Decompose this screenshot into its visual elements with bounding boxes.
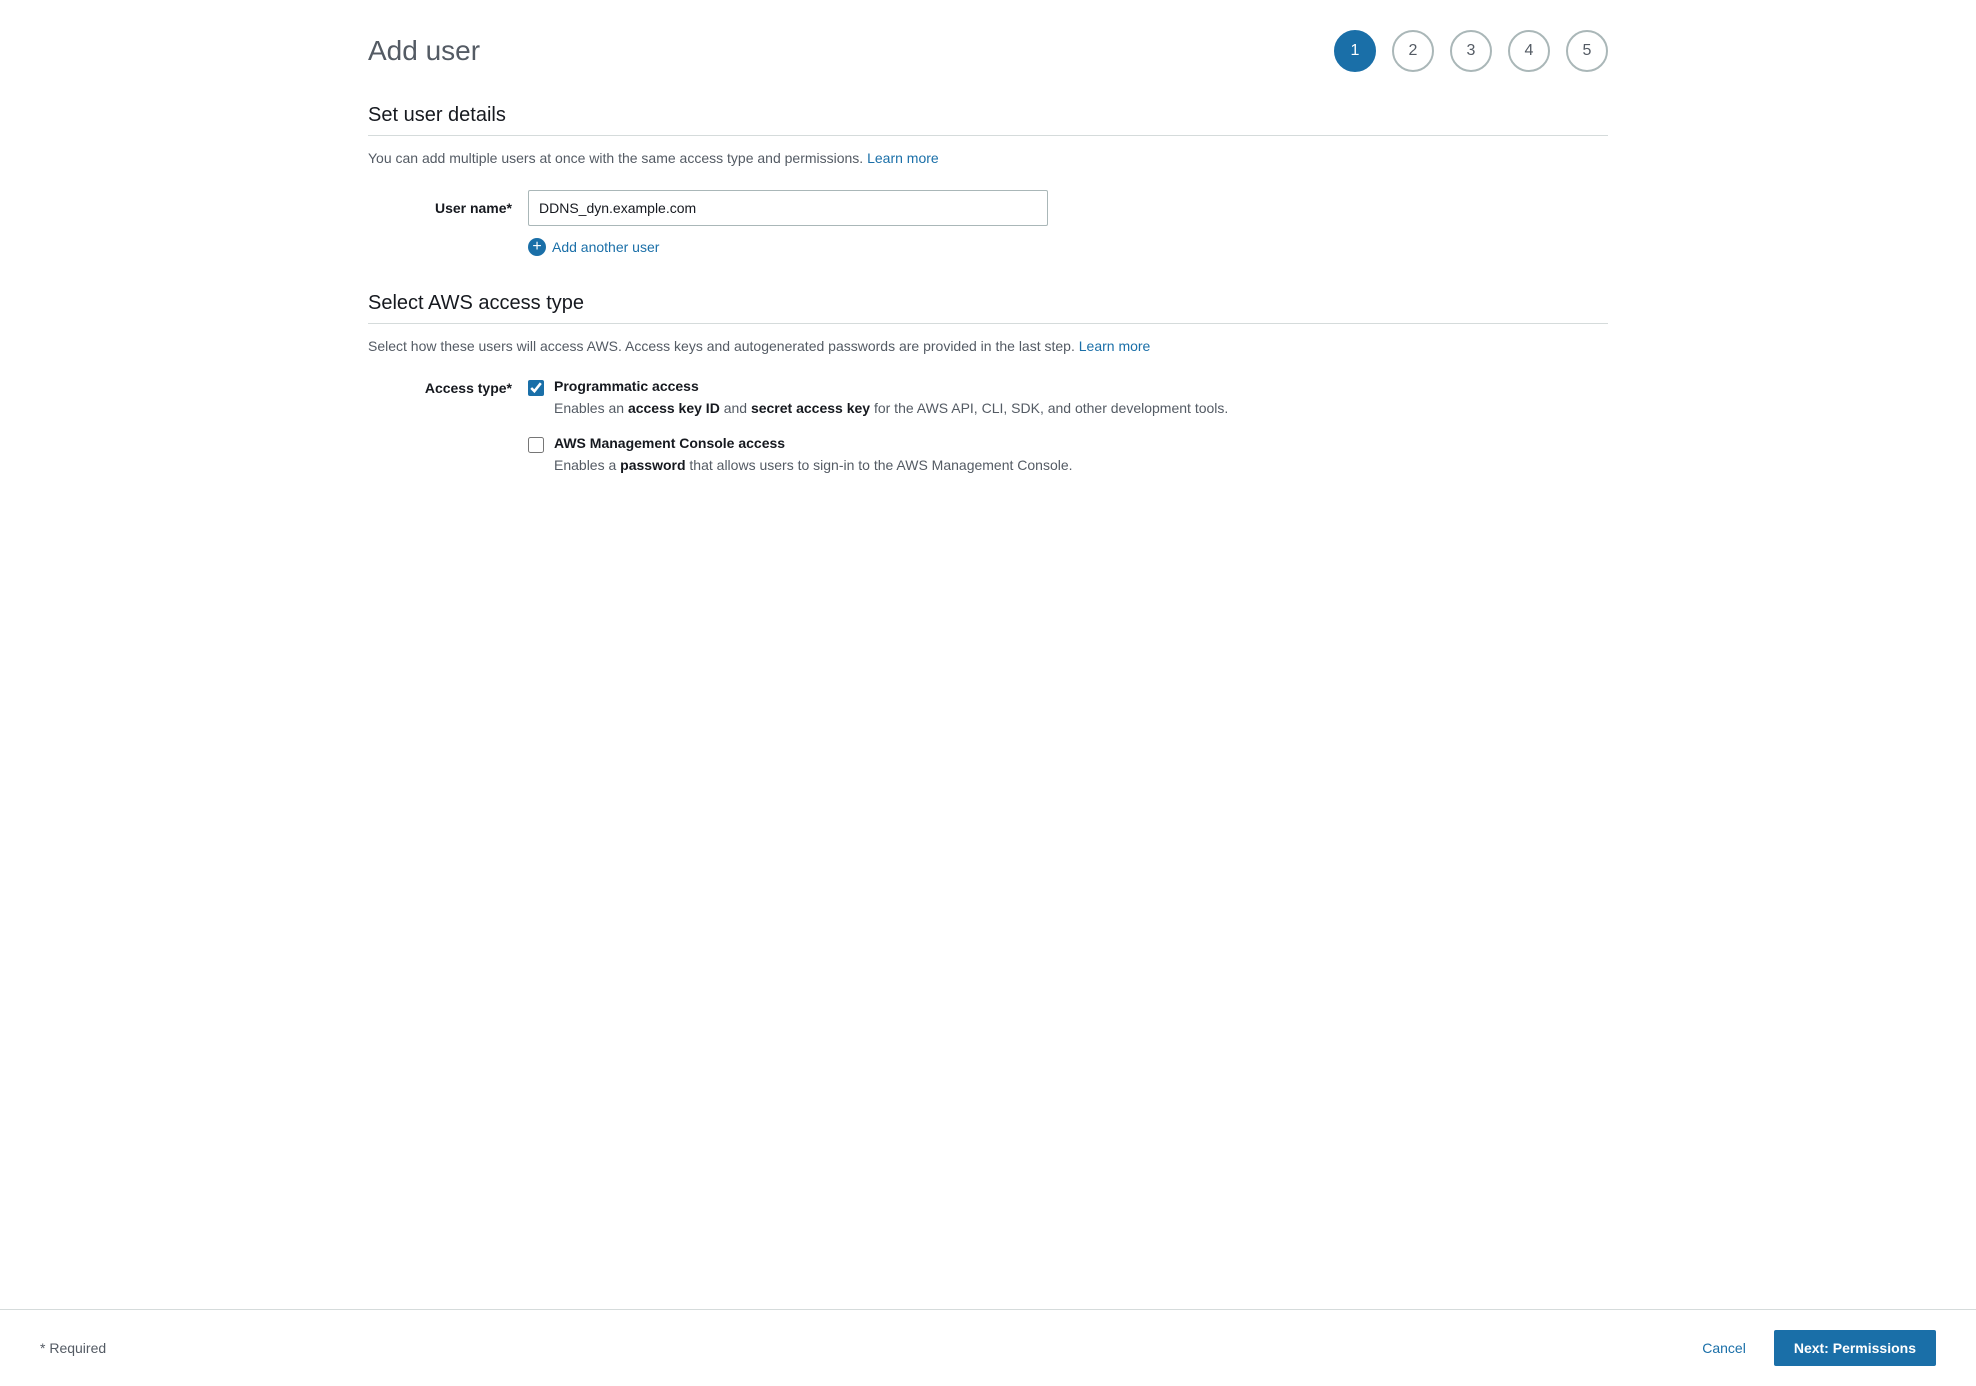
programmatic-access-title[interactable]: Programmatic access xyxy=(554,378,1228,394)
stepper: 1 2 3 4 5 xyxy=(1334,30,1608,72)
programmatic-access-checkbox[interactable] xyxy=(528,380,544,396)
access-type-label: Access type* xyxy=(388,378,528,396)
step-3[interactable]: 3 xyxy=(1450,30,1492,72)
set-user-details-title: Set user details xyxy=(368,104,1608,127)
set-user-details-description: You can add multiple users at once with … xyxy=(368,150,1608,166)
add-another-user-button[interactable]: + Add another user xyxy=(528,238,659,256)
footer-actions: Cancel Next: Permissions xyxy=(1690,1330,1936,1366)
page-header: Add user 1 2 3 4 5 xyxy=(368,30,1608,72)
console-access-title[interactable]: AWS Management Console access xyxy=(554,435,1073,451)
required-note: * Required xyxy=(40,1340,106,1356)
step-4[interactable]: 4 xyxy=(1508,30,1550,72)
user-name-label: User name* xyxy=(388,200,528,216)
console-access-option: AWS Management Console access Enables a … xyxy=(528,435,1228,476)
page-footer: * Required Cancel Next: Permissions xyxy=(0,1309,1976,1386)
access-type-row: Access type* Programmatic access Enables… xyxy=(368,378,1608,476)
next-permissions-button[interactable]: Next: Permissions xyxy=(1774,1330,1936,1366)
add-another-user-row: + Add another user xyxy=(368,238,1608,256)
console-access-checkbox[interactable] xyxy=(528,437,544,453)
set-user-details-learn-more[interactable]: Learn more xyxy=(867,150,939,166)
add-another-user-label: Add another user xyxy=(552,239,659,255)
section-divider-2 xyxy=(368,323,1608,324)
access-type-section: Select AWS access type Select how these … xyxy=(368,292,1608,476)
cancel-button[interactable]: Cancel xyxy=(1690,1332,1758,1364)
page-title: Add user xyxy=(368,35,480,67)
programmatic-access-desc: Enables an access key ID and secret acce… xyxy=(554,398,1228,419)
plus-circle-icon: + xyxy=(528,238,546,256)
access-type-title: Select AWS access type xyxy=(368,292,1608,315)
access-type-learn-more[interactable]: Learn more xyxy=(1079,338,1151,354)
step-5[interactable]: 5 xyxy=(1566,30,1608,72)
programmatic-access-option: Programmatic access Enables an access ke… xyxy=(528,378,1228,419)
user-name-input[interactable] xyxy=(528,190,1048,226)
user-name-row: User name* xyxy=(368,190,1608,226)
programmatic-access-content: Programmatic access Enables an access ke… xyxy=(554,378,1228,419)
console-access-content: AWS Management Console access Enables a … xyxy=(554,435,1073,476)
section-divider-1 xyxy=(368,135,1608,136)
step-1[interactable]: 1 xyxy=(1334,30,1376,72)
access-type-options: Programmatic access Enables an access ke… xyxy=(528,378,1228,476)
access-type-description: Select how these users will access AWS. … xyxy=(368,338,1608,354)
set-user-details-section: Set user details You can add multiple us… xyxy=(368,104,1608,256)
console-access-desc: Enables a password that allows users to … xyxy=(554,455,1073,476)
step-2[interactable]: 2 xyxy=(1392,30,1434,72)
